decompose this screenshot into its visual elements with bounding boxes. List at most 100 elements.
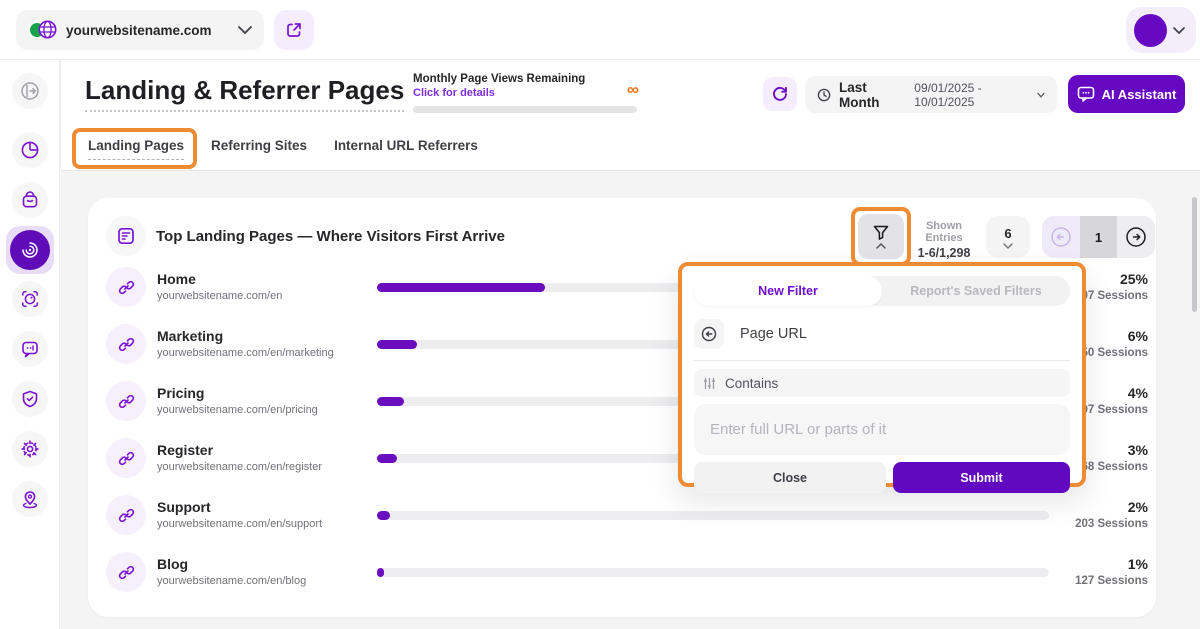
report-tabs: Landing Pages Referring Sites Internal U… xyxy=(88,138,478,160)
page-url: yourwebsitename.com/en/marketing xyxy=(157,347,334,359)
ai-assistant-button[interactable]: AI Assistant xyxy=(1068,75,1185,113)
quota-label: Monthly Page Views Remaining xyxy=(413,73,639,85)
quota-widget: Monthly Page Views Remaining Click for d… xyxy=(413,73,639,99)
page-url: yourwebsitename.com/en/pricing xyxy=(157,404,318,416)
sidebar-item-behavior-active[interactable] xyxy=(6,226,54,274)
link-icon xyxy=(106,381,146,421)
filter-field-select[interactable]: Page URL xyxy=(694,319,1070,361)
page-name[interactable]: Register xyxy=(157,442,213,458)
link-icon xyxy=(106,324,146,364)
site-globe-icon xyxy=(28,19,58,41)
tab-referring-sites[interactable]: Referring Sites xyxy=(211,138,307,160)
current-page-number: 1 xyxy=(1080,216,1117,258)
radar-icon xyxy=(20,240,40,260)
gear-icon xyxy=(20,439,40,459)
clock-icon xyxy=(817,87,831,103)
arrow-right-circle-icon xyxy=(1125,226,1147,248)
shown-entries: Shown Entries 1-6/1,298 xyxy=(908,220,980,260)
filter-popup: New Filter Report's Saved Filters Page U… xyxy=(678,262,1086,487)
pagination: 1 xyxy=(1042,216,1155,258)
sidebar-item-security[interactable] xyxy=(12,381,48,417)
external-link-icon xyxy=(285,21,303,39)
shield-check-icon xyxy=(20,389,40,409)
shopping-bag-icon xyxy=(20,190,40,210)
page-title: Landing & Referrer Pages xyxy=(85,75,404,112)
session-percent: 2% xyxy=(1028,499,1148,515)
link-icon xyxy=(106,552,146,592)
sidebar-item-feedback[interactable] xyxy=(12,331,48,367)
page-size-select[interactable]: 6 xyxy=(986,216,1030,258)
map-pin-icon xyxy=(20,489,40,509)
infinity-value: ∞ xyxy=(627,81,639,98)
date-range-picker[interactable]: Last Month 09/01/2025 - 10/01/2025 xyxy=(805,76,1057,113)
page-size-value: 6 xyxy=(1004,226,1011,241)
filter-url-input[interactable] xyxy=(694,404,1070,455)
filter-operator-label: Contains xyxy=(725,376,778,391)
date-range-value: 09/01/2025 - 10/01/2025 xyxy=(914,81,1029,109)
pie-chart-icon xyxy=(20,140,40,160)
page-url: yourwebsitename.com/en/register xyxy=(157,461,322,473)
chat-bubble-icon xyxy=(20,339,40,359)
shown-entries-label: Shown Entries xyxy=(908,220,980,244)
session-count: 127 Sessions xyxy=(1028,575,1148,587)
analytics-dashboard: yourwebsitename.com xyxy=(0,0,1200,629)
session-count: 203 Sessions xyxy=(1028,518,1148,530)
quota-progress-bar xyxy=(413,106,637,113)
open-site-button[interactable] xyxy=(274,10,314,50)
page-name[interactable]: Blog xyxy=(157,556,188,572)
chevron-up-icon xyxy=(876,243,886,249)
lens-capture-icon xyxy=(20,289,40,309)
tab-internal-url-referrers[interactable]: Internal URL Referrers xyxy=(334,138,478,160)
sessions-bar xyxy=(377,568,1049,577)
avatar xyxy=(1134,14,1167,47)
sidebar-item-recordings[interactable] xyxy=(12,281,48,317)
filter-button[interactable] xyxy=(858,214,904,259)
page-url: yourwebsitename.com/en/blog xyxy=(157,575,306,587)
back-circle-icon xyxy=(694,319,724,349)
chevron-down-icon xyxy=(1173,27,1185,34)
sidebar-item-overview[interactable] xyxy=(12,132,48,168)
chevron-down-icon xyxy=(1037,92,1045,98)
sidebar-item-ecommerce[interactable] xyxy=(12,182,48,218)
filter-operator-select[interactable]: Contains xyxy=(694,369,1070,397)
filter-popup-tabs: New Filter Report's Saved Filters xyxy=(694,276,1070,306)
ai-chat-icon xyxy=(1077,86,1095,102)
top-bar: yourwebsitename.com xyxy=(0,0,1200,60)
report-icon xyxy=(106,216,146,256)
chevron-down-icon xyxy=(238,26,252,34)
tab-new-filter[interactable]: New Filter xyxy=(694,276,882,306)
refresh-icon xyxy=(771,85,789,103)
tab-saved-filters[interactable]: Report's Saved Filters xyxy=(882,284,1070,298)
page-name[interactable]: Support xyxy=(157,499,211,515)
site-name-label: yourwebsitename.com xyxy=(66,23,238,38)
submit-button[interactable]: Submit xyxy=(893,462,1070,493)
page-name[interactable]: Pricing xyxy=(157,385,204,401)
site-selector[interactable]: yourwebsitename.com xyxy=(16,10,264,50)
sidebar-collapse-icon[interactable] xyxy=(12,73,48,109)
prev-page-button[interactable] xyxy=(1042,216,1080,258)
quota-details-link[interactable]: Click for details xyxy=(413,87,639,99)
sliders-icon xyxy=(703,377,716,390)
page-url: yourwebsitename.com/en/support xyxy=(157,518,322,530)
close-button[interactable]: Close xyxy=(694,462,886,493)
link-icon xyxy=(106,495,146,535)
sidebar-item-locations[interactable] xyxy=(12,481,48,517)
tab-landing-pages[interactable]: Landing Pages xyxy=(88,138,184,160)
link-icon xyxy=(106,438,146,478)
sessions-bar xyxy=(377,511,1049,520)
ai-assistant-label: AI Assistant xyxy=(1102,87,1177,102)
session-percent: 1% xyxy=(1028,556,1148,572)
next-page-button[interactable] xyxy=(1117,216,1155,258)
vertical-scrollbar[interactable] xyxy=(1192,197,1197,312)
refresh-button[interactable] xyxy=(763,77,797,111)
page-url: yourwebsitename.com/en xyxy=(157,290,282,302)
chevron-down-icon xyxy=(1003,243,1013,249)
date-preset-label: Last Month xyxy=(839,80,902,110)
page-name[interactable]: Marketing xyxy=(157,328,223,344)
card-title: Top Landing Pages — Where Visitors First… xyxy=(156,228,505,245)
user-menu[interactable] xyxy=(1126,7,1196,53)
sidebar-nav xyxy=(0,60,60,629)
arrow-left-circle-icon xyxy=(1050,226,1072,248)
page-name[interactable]: Home xyxy=(157,271,196,287)
sidebar-item-settings[interactable] xyxy=(12,431,48,467)
